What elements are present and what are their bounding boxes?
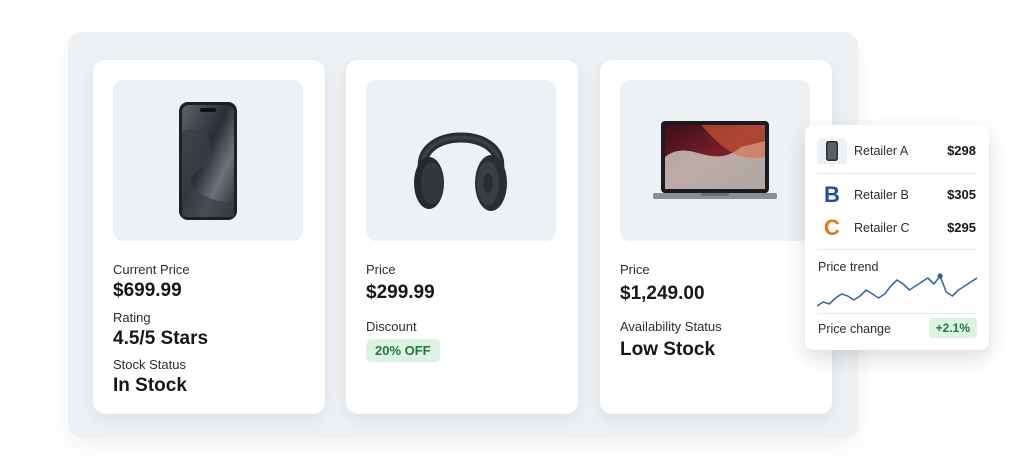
price-trend-sparkline <box>817 273 977 307</box>
price-trend-point <box>937 273 943 279</box>
availability-status-label: Availability Status <box>620 319 722 334</box>
price-trend-label: Price trend <box>818 260 879 274</box>
stock-status-value: In Stock <box>113 375 187 396</box>
price-label: Price <box>620 262 650 277</box>
product-image <box>620 80 810 241</box>
rating-value: 4.5/5 Stars <box>113 328 209 349</box>
current-price-label: Current Price <box>113 262 190 277</box>
price-trend-line <box>817 275 977 307</box>
stock-status-label: Stock Status <box>113 357 186 372</box>
headphones-icon <box>414 132 507 211</box>
rating-label: Rating <box>113 310 151 325</box>
divider <box>817 249 977 250</box>
retailer-name: Retailer A <box>854 144 909 158</box>
retailer-row-a[interactable]: Retailer A $298 <box>805 138 989 164</box>
price-value: $1,249.00 <box>620 283 705 304</box>
divider <box>817 173 977 174</box>
retailer-b-logo-icon: B <box>824 182 840 207</box>
product-card-headphones[interactable]: Price $299.99 Discount 20% OFF <box>346 60 578 414</box>
availability-status-value: Low Stock <box>620 339 716 360</box>
retailer-price: $298 <box>947 143 976 158</box>
price-value: $299.99 <box>366 282 435 303</box>
product-card-smartphone[interactable]: Current Price $699.99 Rating 4.5/5 Stars… <box>93 60 325 414</box>
retailer-row-c[interactable]: C Retailer C $295 <box>805 215 989 241</box>
product-card-laptop[interactable]: Price $1,249.00 Availability Status Low … <box>600 60 832 414</box>
retailer-price: $305 <box>947 187 976 202</box>
retailer-price: $295 <box>947 220 976 235</box>
divider <box>817 313 977 314</box>
retailer-name: Retailer B <box>854 188 909 202</box>
price-label: Price <box>366 262 396 277</box>
price-change-badge: +2.1% <box>928 318 977 338</box>
smartphone-thumbnail-icon <box>817 138 847 164</box>
retailer-comparison-popover: Retailer A $298 B Retailer B $305 C Reta… <box>805 125 989 350</box>
retailer-c-logo-icon: C <box>824 215 840 240</box>
product-image <box>113 80 303 241</box>
retailer-row-b[interactable]: B Retailer B $305 <box>805 182 989 208</box>
discount-label: Discount <box>366 319 417 334</box>
product-image <box>366 80 556 241</box>
retailer-name: Retailer C <box>854 221 910 235</box>
discount-badge: 20% OFF <box>366 339 440 362</box>
current-price-value: $699.99 <box>113 280 182 301</box>
smartphone-icon <box>179 101 237 220</box>
laptop-icon <box>653 120 777 199</box>
comparison-stage: Current Price $699.99 Rating 4.5/5 Stars… <box>0 0 1026 466</box>
price-change-label: Price change <box>818 322 891 336</box>
